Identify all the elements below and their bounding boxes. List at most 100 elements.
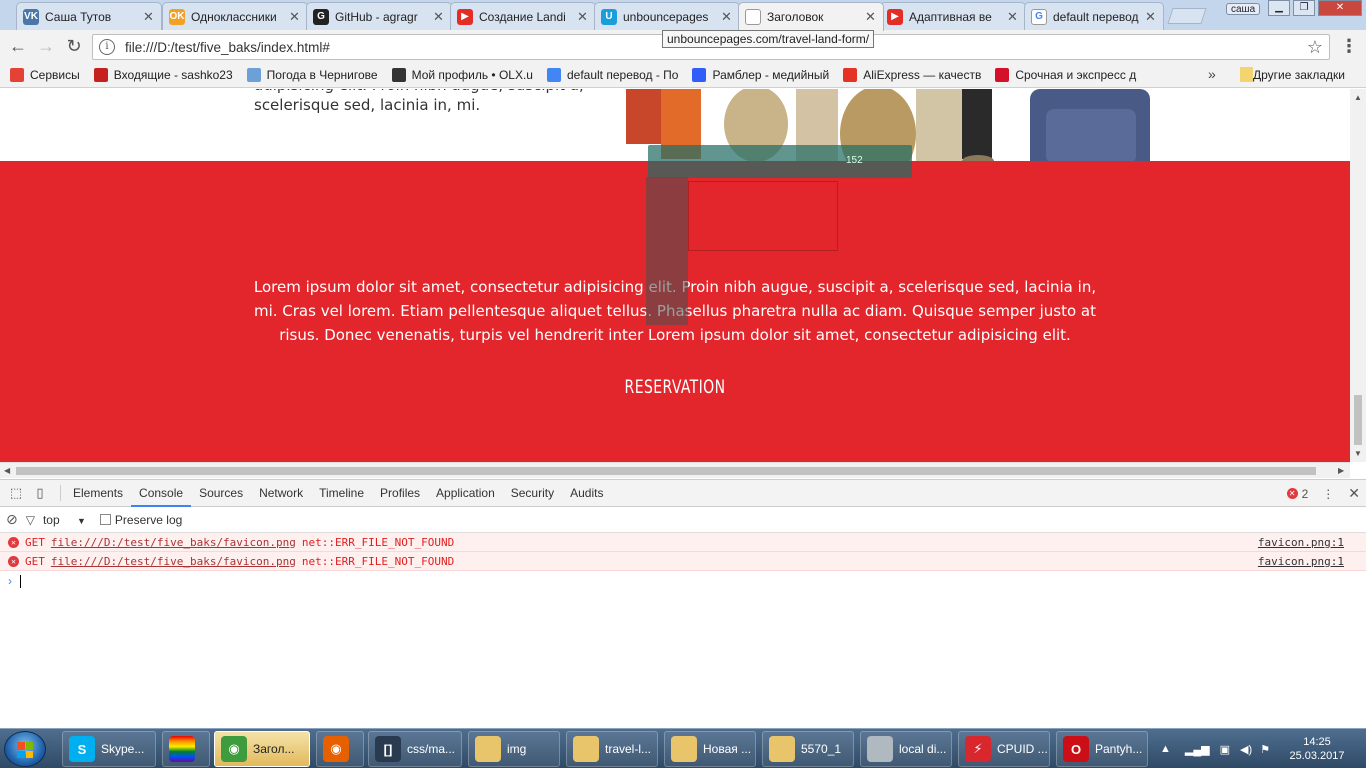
browser-tab[interactable]: ▶ Создание Landi ✕ [450, 2, 596, 30]
action-center-icon[interactable]: ⚑ [1260, 743, 1270, 756]
preserve-log-checkbox[interactable] [99, 514, 111, 525]
devtools-tab-security[interactable]: Security [503, 480, 562, 507]
start-button[interactable] [4, 731, 46, 767]
devtools-tab-audits[interactable]: Audits [562, 480, 611, 507]
scroll-up-icon[interactable]: ▲ [1354, 93, 1362, 102]
bookmark-item[interactable]: Сервисы [10, 67, 80, 82]
browser-tab[interactable]: Uunbouncepages ✕ [594, 2, 740, 30]
restore-icon[interactable]: ❐ [1293, 0, 1315, 16]
devtools-tab-profiles[interactable]: Profiles [372, 480, 428, 507]
devtools-tab-sources[interactable]: Sources [191, 480, 251, 507]
clear-console-icon[interactable]: ⊘ [6, 511, 18, 528]
close-tab-icon[interactable]: ✕ [865, 9, 877, 25]
new-tab-button[interactable] [1167, 8, 1207, 24]
context-selector[interactable]: top ▼ [43, 513, 86, 527]
taskbar-item[interactable]: Новая ... [664, 731, 756, 767]
folder-icon [769, 736, 795, 762]
preserve-log-toggle[interactable]: Preserve log [99, 513, 182, 527]
devtools-close-icon[interactable]: ✕ [1348, 485, 1360, 502]
scroll-right-icon[interactable]: ▶ [1338, 466, 1344, 475]
close-tab-icon[interactable]: ✕ [289, 9, 301, 25]
taskbar-item[interactable]: img [468, 731, 560, 767]
reservation-button[interactable]: RESERVATION [122, 376, 1229, 398]
chrome-menu-icon[interactable]: ⋮ [1340, 36, 1358, 57]
forward-icon[interactable]: → [32, 32, 60, 60]
horizontal-scrollbar[interactable]: ◀ ▶ [0, 462, 1350, 478]
taskbar-item[interactable]: [] css/ma... [368, 731, 462, 767]
source-link[interactable]: favicon.png:1 [1258, 536, 1344, 549]
reload-icon[interactable]: ↻ [60, 32, 88, 60]
close-tab-icon[interactable]: ✕ [143, 9, 155, 25]
browser-tab[interactable]: Заголовок ✕ [738, 2, 884, 31]
browser-tab[interactable]: OK Одноклассники ✕ [162, 2, 308, 30]
bookmark-label: Погода в Чернигове [266, 67, 378, 82]
minimize-icon[interactable]: ▁ [1268, 0, 1290, 16]
back-icon[interactable]: ← [4, 32, 32, 60]
bookmark-item[interactable]: Входящие - sashko23 [93, 67, 233, 82]
volume-icon[interactable]: ◀) [1240, 743, 1252, 756]
taskbar-item[interactable]: O Pantyh... [1056, 731, 1148, 767]
close-window-icon[interactable]: ✕ [1318, 0, 1362, 16]
filter-icon[interactable]: ▽ [26, 513, 35, 527]
bookmarks-overflow-icon[interactable]: » [1208, 66, 1216, 82]
source-link[interactable]: favicon.png:1 [1258, 555, 1344, 568]
prompt-chevron-icon: › [8, 574, 12, 588]
error-icon: ✕ [1286, 488, 1298, 499]
close-tab-icon[interactable]: ✕ [1007, 9, 1019, 25]
devtools-tab-elements[interactable]: Elements [65, 480, 131, 507]
device-icon[interactable]: ▣ [1220, 743, 1230, 756]
taskbar-item[interactable]: S Skype... [62, 731, 156, 767]
bookmark-star-icon[interactable]: ☆ [1307, 37, 1323, 58]
bookmark-item[interactable]: AliExpress — качеств [843, 67, 981, 82]
browser-tab[interactable]: Gdefault перевод ✕ [1024, 2, 1164, 30]
close-tab-icon[interactable]: ✕ [433, 9, 445, 25]
devtools-tab-application[interactable]: Application [428, 480, 503, 507]
devtools-menu-icon[interactable]: ⋮ [1322, 487, 1334, 501]
request-url-link[interactable]: file:///D:/test/five_baks/favicon.png [51, 536, 296, 549]
bookmark-item[interactable]: Срочная и экспресс д [995, 67, 1136, 82]
close-tab-icon[interactable]: ✕ [721, 9, 733, 25]
profile-button[interactable]: саша [1226, 3, 1261, 15]
scroll-left-icon[interactable]: ◀ [4, 466, 10, 475]
close-tab-icon[interactable]: ✕ [577, 9, 589, 25]
taskbar-item[interactable] [162, 731, 210, 767]
close-tab-icon[interactable]: ✕ [1145, 9, 1157, 25]
taskbar-item[interactable]: local di... [860, 731, 952, 767]
page-ruler-vertical[interactable] [646, 177, 688, 325]
bookmark-item[interactable]: Рамблер - медийный [692, 67, 829, 82]
taskbar-item[interactable]: 5570_1 [762, 731, 854, 767]
error-message: net::ERR_FILE_NOT_FOUND [301, 535, 455, 549]
vertical-scroll-thumb[interactable] [1354, 395, 1362, 445]
network-signal-icon[interactable]: ▂▄▆ [1185, 743, 1210, 756]
taskbar-item[interactable]: ⚡ CPUID ... [958, 731, 1050, 767]
console-prompt[interactable]: › [0, 571, 1366, 591]
browser-tab[interactable]: VK Саша Тутов ✕ [16, 2, 162, 30]
browser-tab[interactable]: G GitHub - agragr ✕ [306, 2, 452, 30]
page-ruler-horizontal[interactable] [648, 145, 912, 178]
bookmark-item[interactable]: Погода в Чернигове [246, 67, 378, 82]
bookmark-item[interactable]: Мой профиль • OLX.u [391, 67, 533, 82]
browser-tab[interactable]: ▶ Адаптивная ве ✕ [880, 2, 1026, 30]
bookmark-item[interactable]: default перевод - По [546, 67, 678, 82]
horizontal-scroll-thumb[interactable] [16, 467, 1316, 475]
request-url-link[interactable]: file:///D:/test/five_baks/favicon.png [51, 555, 296, 568]
taskbar-item[interactable]: travel-l... [566, 731, 658, 767]
info-icon[interactable]: i [99, 39, 115, 55]
vertical-scrollbar[interactable]: ▲ ▼ [1350, 89, 1366, 462]
taskbar-item[interactable]: ◉ Загол... [214, 731, 310, 767]
weather-icon [246, 67, 261, 82]
taskbar-item[interactable]: ◉ [316, 731, 364, 767]
devtools-tab-timeline[interactable]: Timeline [311, 480, 372, 507]
inspect-element-icon[interactable]: ⬚ [4, 481, 28, 505]
error-counter[interactable]: ✕ 2 [1286, 487, 1308, 501]
folder-icon [475, 736, 501, 762]
youtube-icon: ▶ [457, 8, 473, 25]
text-cursor [20, 574, 21, 588]
taskbar-clock[interactable]: 14:25 25.03.2017 [1284, 735, 1350, 763]
devtools-tab-console[interactable]: Console [131, 479, 192, 507]
device-mode-icon[interactable]: ▯ [28, 481, 52, 505]
devtools-tab-network[interactable]: Network [251, 480, 311, 507]
tray-expand-icon[interactable]: ▲ [1160, 743, 1171, 755]
scroll-down-icon[interactable]: ▼ [1354, 449, 1362, 458]
other-bookmarks[interactable]: Другие закладки [1240, 67, 1345, 82]
